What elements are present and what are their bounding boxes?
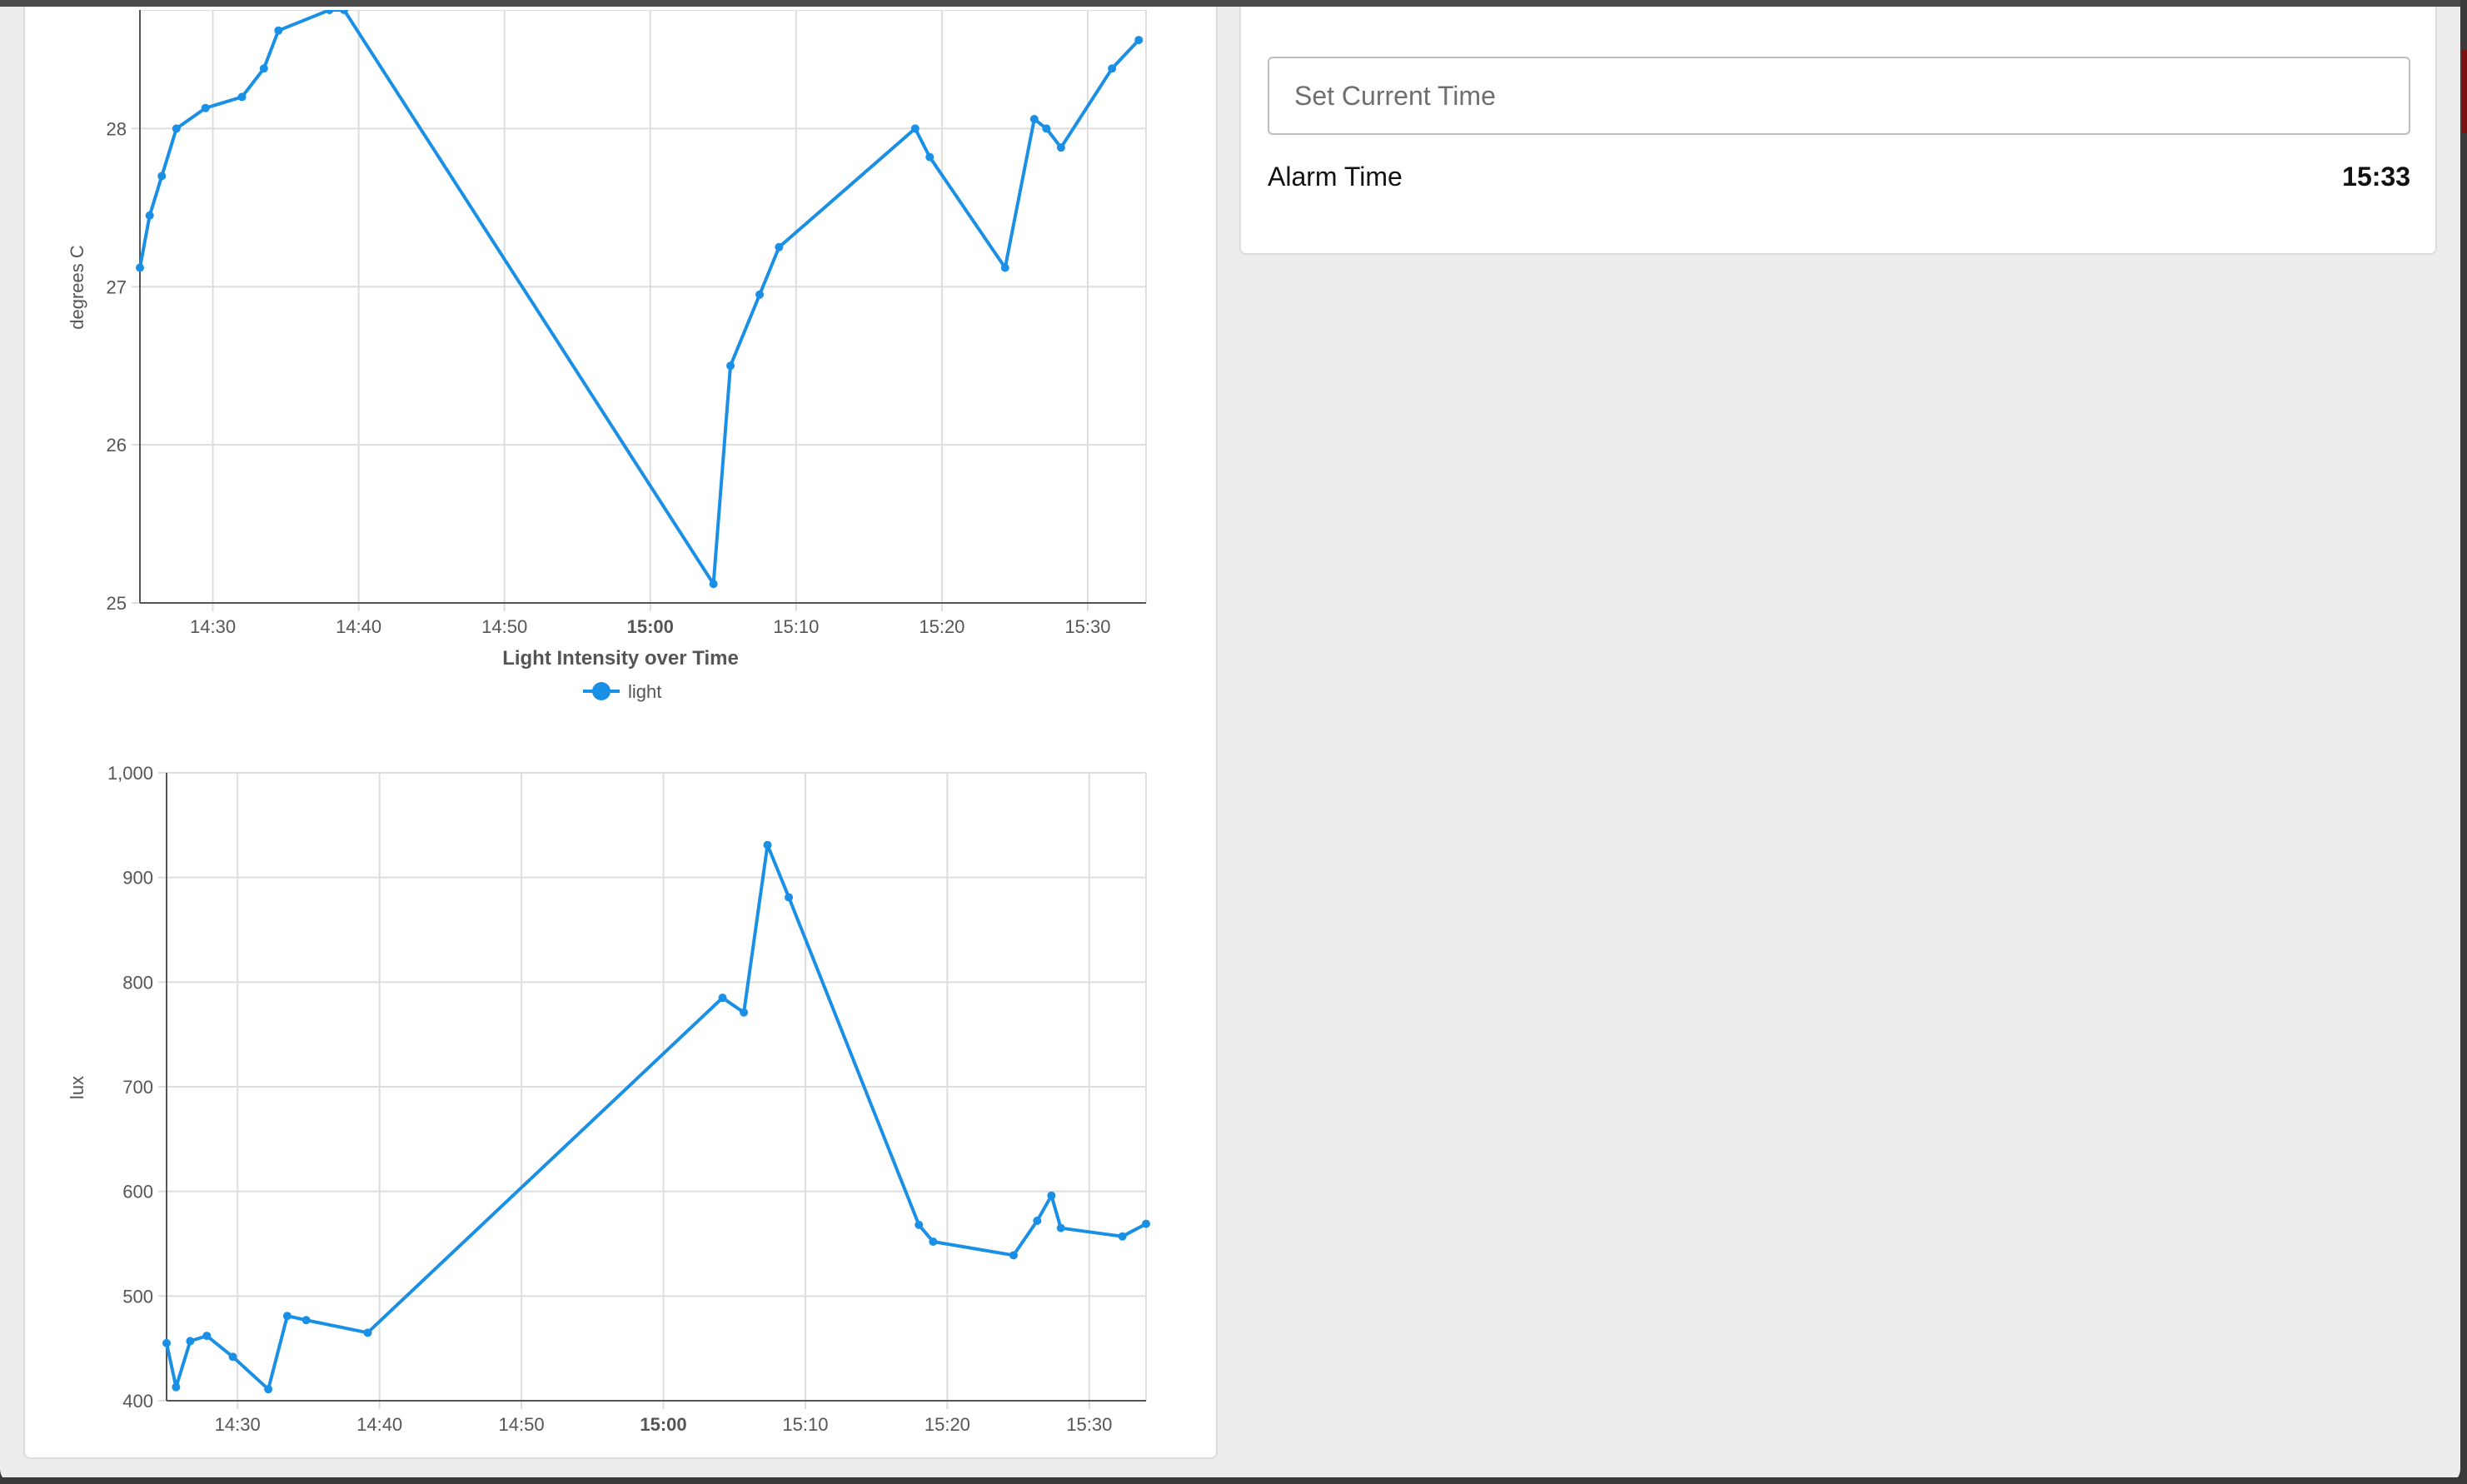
light-data-point <box>172 1382 181 1392</box>
light-series-line <box>165 843 1147 1392</box>
light-data-point <box>740 1008 749 1017</box>
light-data-point <box>718 993 727 1003</box>
temp-data-point <box>1042 124 1051 133</box>
temp-data-point <box>325 10 334 14</box>
light-chart-title: Light Intensity over Time <box>502 647 739 670</box>
temp-x-tick-label: 14:40 <box>336 616 381 637</box>
light-data-point <box>264 1385 273 1394</box>
charts-card: 25 26 27 28 14:30 14:40 14:50 15:00 15:10 15:20 1… <box>23 7 1218 1459</box>
light-x-tick-label: 15:30 <box>1066 1414 1112 1435</box>
light-y-tick-label: 600 <box>122 1182 153 1203</box>
light-data-point <box>763 840 772 849</box>
temp-data-point <box>775 242 784 251</box>
light-y-ticks: 400 500 600 700 800 900 1,000 <box>107 763 153 1412</box>
temp-y-tick-label: 28 <box>107 118 127 139</box>
temperature-grid <box>132 10 1147 611</box>
light-x-tick-label: 15:00 <box>640 1414 686 1435</box>
alarm-time-value: 15:33 <box>2342 162 2410 192</box>
temp-y-tick-label: 27 <box>107 276 127 297</box>
light-data-point <box>1047 1191 1056 1200</box>
temp-data-point <box>1134 36 1144 45</box>
temperature-x-ticks: 14:30 14:40 14:50 15:00 15:10 15:20 15:30 <box>190 616 1110 637</box>
light-data-point <box>929 1237 938 1246</box>
light-x-ticks: 14:30 14:40 14:50 15:00 15:10 15:20 15:30 <box>215 1414 1113 1435</box>
window-bottom-edge <box>0 1477 2467 1484</box>
window-edge-accent <box>2462 50 2467 133</box>
set-current-time-input[interactable] <box>1268 57 2410 135</box>
temperature-y-axis-label: degrees C <box>67 245 87 330</box>
temp-x-tick-label: 15:10 <box>773 616 819 637</box>
light-data-point <box>202 1332 212 1341</box>
light-data-point <box>1056 1223 1065 1233</box>
temp-series-line <box>138 10 1140 586</box>
temp-x-tick-label: 15:00 <box>627 616 674 637</box>
light-y-tick-label: 400 <box>122 1391 153 1412</box>
alarm-time-row: Alarm Time 15:33 <box>1268 162 2410 197</box>
light-data-point <box>1009 1251 1018 1260</box>
light-data-point <box>302 1316 311 1325</box>
temp-data-point <box>274 26 283 35</box>
light-data-point <box>1142 1219 1150 1228</box>
temp-data-point <box>726 361 735 371</box>
temp-data-point <box>1108 64 1117 73</box>
temp-data-point <box>157 172 167 181</box>
light-data-point <box>1118 1232 1127 1241</box>
temp-data-point <box>1000 263 1009 272</box>
light-x-tick-label: 15:10 <box>782 1414 828 1435</box>
light-y-tick-label: 1,000 <box>107 763 153 784</box>
light-y-tick-label: 900 <box>122 868 153 889</box>
light-data-point <box>282 1312 292 1321</box>
light-x-tick-label: 14:50 <box>499 1414 545 1435</box>
temp-data-point <box>259 64 268 73</box>
light-x-tick-label: 15:20 <box>925 1414 970 1435</box>
temp-data-point <box>145 211 154 220</box>
light-y-axis-label: lux <box>67 1076 87 1099</box>
temp-x-tick-label: 14:50 <box>481 616 527 637</box>
light-series <box>162 840 1150 1394</box>
light-x-tick-label: 14:40 <box>356 1414 402 1435</box>
temp-data-point <box>340 10 349 14</box>
temp-data-point <box>910 124 920 133</box>
temp-data-point <box>1056 143 1065 152</box>
light-data-point <box>363 1328 372 1337</box>
temp-data-point <box>709 580 718 589</box>
light-y-tick-label: 500 <box>122 1286 153 1307</box>
temp-y-tick-label: 26 <box>107 435 127 456</box>
light-chart: Light Intensity over Time light 400 500 60… <box>67 647 1150 1435</box>
light-x-tick-label: 14:30 <box>215 1414 261 1435</box>
light-data-point <box>785 893 794 902</box>
temp-x-tick-label: 15:20 <box>919 616 964 637</box>
light-data-point <box>1033 1216 1042 1225</box>
temperature-y-ticks: 25 26 27 28 <box>107 118 127 614</box>
light-data-point <box>228 1352 237 1362</box>
temp-data-point <box>172 124 181 133</box>
light-grid <box>158 772 1147 1409</box>
charts-svg: 25262728 14:30 14:40 14:50 15:00 15:10 15:20 1… <box>67 10 1150 1435</box>
light-y-tick-label: 800 <box>122 972 153 993</box>
light-data-point <box>162 1338 171 1347</box>
temp-data-point <box>237 92 247 102</box>
controls-card: Alarm Time 15:33 <box>1239 7 2437 255</box>
alarm-time-label: Alarm Time <box>1268 162 1403 192</box>
temp-data-point <box>925 152 934 162</box>
temperature-chart: 25262728 14:30 14:40 14:50 15:00 15:10 15:20 1… <box>67 10 1147 637</box>
temp-data-point <box>755 290 765 299</box>
light-y-tick-label: 700 <box>122 1077 153 1098</box>
light-data-point <box>186 1337 195 1346</box>
temp-x-tick-label: 15:30 <box>1064 616 1110 637</box>
light-data-point <box>915 1220 924 1229</box>
legend-swatch-dot <box>592 682 611 700</box>
temp-data-point <box>1029 115 1039 124</box>
temp-x-tick-label: 14:30 <box>190 616 236 637</box>
light-legend: light <box>583 681 661 702</box>
browser-viewport: 25 26 27 28 14:30 14:40 14:50 15:00 15:10 15:20 1… <box>0 0 2460 1484</box>
temperature-series <box>136 10 1144 589</box>
temp-data-point <box>136 263 144 272</box>
temp-data-point <box>201 103 210 112</box>
legend-label-light: light <box>628 681 661 702</box>
temp-y-tick-label: 25 <box>107 593 127 614</box>
